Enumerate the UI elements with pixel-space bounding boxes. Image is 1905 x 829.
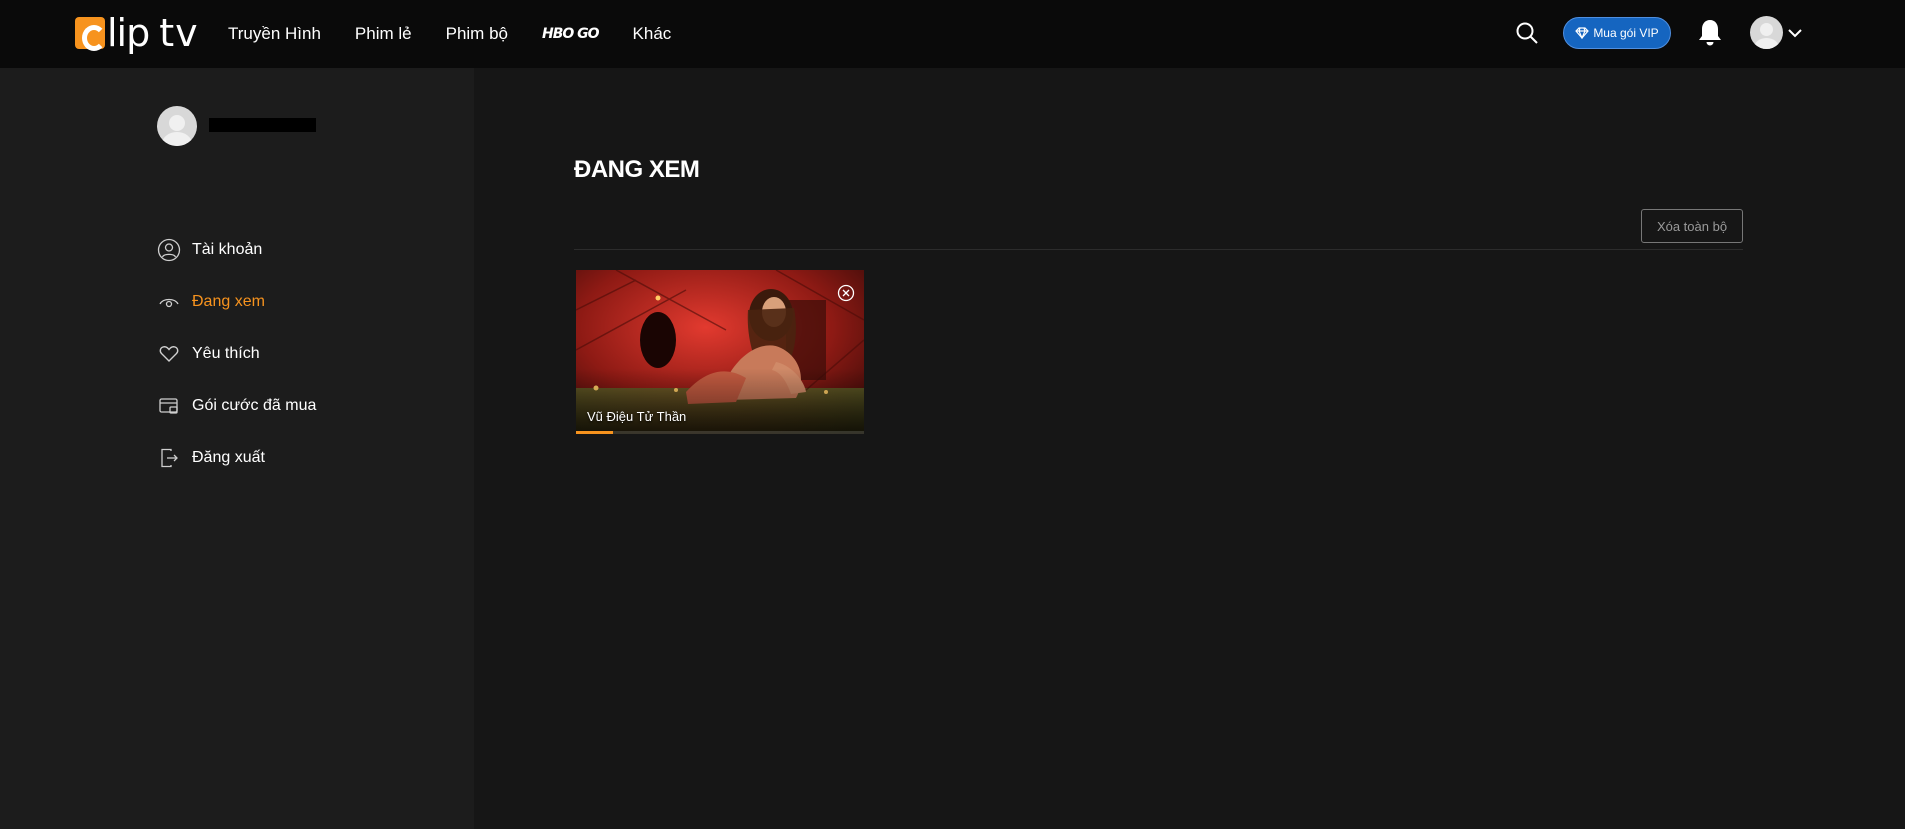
account-sidebar: 0908405808 Tài khoản Đang xem Yêu thích … <box>0 68 474 829</box>
bell-icon[interactable] <box>1697 18 1723 46</box>
profile-avatar <box>157 106 197 146</box>
search-icon[interactable] <box>1515 21 1539 45</box>
user-avatar[interactable] <box>1750 16 1783 49</box>
sidebar-item-label: Gói cước đã mua <box>192 397 317 414</box>
nav-phim-bo[interactable]: Phim bộ <box>446 24 508 44</box>
clear-all-button[interactable]: Xóa toàn bộ <box>1641 209 1743 243</box>
profile-name: 0908405808 <box>209 118 316 132</box>
sidebar-item-label: Đăng xuất <box>192 449 265 466</box>
sidebar-item-logout[interactable]: Đăng xuất <box>157 432 316 484</box>
nav-truyen-hinh[interactable]: Truyền Hình <box>228 24 321 44</box>
account-menu: Tài khoản Đang xem Yêu thích Gói cước đã… <box>157 224 316 484</box>
eye-icon <box>157 290 181 314</box>
sidebar-item-account[interactable]: Tài khoản <box>157 224 316 276</box>
nav-phim-le[interactable]: Phim lẻ <box>355 24 412 44</box>
heart-icon <box>157 342 181 366</box>
sidebar-item-label: Đang xem <box>192 293 265 310</box>
nav-khac[interactable]: Khác <box>633 24 672 44</box>
sidebar-item-label: Yêu thích <box>192 345 260 362</box>
movie-title: Vũ Điệu Tử Thần <box>587 409 687 424</box>
diamond-icon <box>1575 27 1590 39</box>
logo-c-icon <box>75 17 106 51</box>
watch-progress-bar <box>576 431 864 434</box>
buy-vip-label: Mua gói VIP <box>1593 26 1659 40</box>
watching-item-card[interactable]: Vũ Điệu Tử Thần <box>576 270 864 434</box>
buy-vip-button[interactable]: Mua gói VIP <box>1563 17 1671 49</box>
card-icon <box>157 394 181 418</box>
top-header: lip tv Truyền Hình Phim lẻ Phim bộ HBO GO… <box>0 0 1905 68</box>
logo-text: lip <box>107 11 150 55</box>
section-divider <box>574 249 1743 250</box>
sidebar-item-favorites[interactable]: Yêu thích <box>157 328 316 380</box>
chevron-down-icon[interactable] <box>1786 24 1804 42</box>
watch-progress-fill <box>576 431 614 434</box>
page-title: ĐANG XEM <box>574 156 700 183</box>
remove-item-icon[interactable] <box>837 284 855 302</box>
user-circle-icon <box>157 238 181 262</box>
sidebar-item-label: Tài khoản <box>192 241 263 258</box>
nav-hbo-go[interactable]: HBO GO <box>542 26 600 42</box>
sidebar-item-purchased-plans[interactable]: Gói cước đã mua <box>157 380 316 432</box>
main-nav: Truyền Hình Phim lẻ Phim bộ HBO GO Khác <box>228 0 705 68</box>
logout-icon <box>157 446 181 470</box>
cliptv-logo[interactable]: lip tv <box>75 13 199 53</box>
logo-suffix: tv <box>159 11 199 55</box>
sidebar-item-watching[interactable]: Đang xem <box>157 276 316 328</box>
